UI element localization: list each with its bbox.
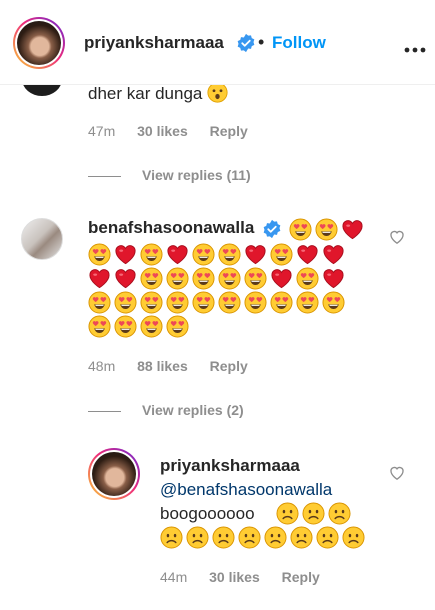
previous-comment-meta: 47m 30 likes Reply — [88, 123, 266, 139]
view-replies-line — [88, 175, 121, 177]
frowning-face-emoji — [290, 526, 313, 549]
reply-mention[interactable]: @benafshasoonawalla — [160, 478, 332, 502]
red-heart-emoji — [296, 243, 319, 266]
like-comment-heart-icon[interactable] — [389, 229, 405, 249]
heart-eyes-emoji — [140, 267, 163, 290]
red-heart-emoji — [270, 267, 293, 290]
red-heart-emoji — [244, 243, 267, 266]
heart-eyes-emoji — [114, 315, 137, 338]
view-replies-label[interactable]: View replies (2) — [142, 402, 244, 418]
post-header: priyanksharmaaa • Follow — [0, 0, 435, 85]
like-reply-heart-icon[interactable] — [389, 465, 405, 485]
heart-eyes-emoji — [270, 291, 293, 314]
red-heart-emoji — [322, 267, 345, 290]
view-replies-label[interactable]: View replies (11) — [142, 167, 251, 183]
follow-button[interactable]: Follow — [272, 33, 326, 53]
header-avatar[interactable] — [13, 17, 65, 69]
heart-eyes-emoji — [244, 291, 267, 314]
previous-comment-text-fragment: dher kar dunga — [88, 84, 203, 103]
heart-eyes-emoji — [296, 267, 319, 290]
frowning-face-emoji — [238, 526, 261, 549]
frowning-face-emoji — [186, 526, 209, 549]
commenter-verified-badge-icon — [262, 219, 282, 244]
comment-reply-button[interactable]: Reply — [210, 358, 248, 374]
comment-emoji-row-4 — [88, 291, 345, 314]
heart-eyes-emoji — [218, 267, 241, 290]
comment-emoji-row-5 — [88, 315, 189, 338]
previous-comment-reply-button[interactable]: Reply — [210, 123, 248, 139]
commenter-avatar[interactable] — [21, 218, 63, 260]
heart-eyes-emoji — [166, 291, 189, 314]
frowning-face-emoji — [276, 502, 299, 525]
reply-likes[interactable]: 30 likes — [209, 569, 260, 585]
verified-badge-icon — [236, 33, 256, 58]
red-heart-emoji — [322, 243, 345, 266]
comment-likes[interactable]: 88 likes — [137, 358, 188, 374]
heart-eyes-emoji — [192, 243, 215, 266]
heart-eyes-emoji — [114, 291, 137, 314]
face-with-open-mouth-emoji — [207, 82, 228, 103]
frowning-face-emoji — [302, 502, 325, 525]
comment-view-replies[interactable]: View replies (2) — [88, 402, 244, 418]
reply-meta: 44m 30 likes Reply — [160, 569, 338, 585]
previous-comment-view-replies[interactable]: View replies (11) — [88, 167, 251, 183]
reply-text: boogoooooo — [160, 504, 255, 523]
red-heart-emoji — [166, 243, 189, 266]
heart-eyes-emoji — [322, 291, 345, 314]
heart-eyes-emoji — [88, 291, 111, 314]
previous-comment-text: dher kar dunga — [88, 82, 228, 106]
heart-eyes-emoji — [88, 243, 111, 266]
previous-comment-time[interactable]: 47m — [88, 123, 115, 139]
red-heart-emoji — [114, 267, 137, 290]
comment-emoji-row-1 — [289, 218, 364, 241]
previous-comment-likes[interactable]: 30 likes — [137, 123, 188, 139]
frowning-face-emoji — [342, 526, 365, 549]
reply-emoji-row-1 — [276, 502, 351, 525]
red-heart-emoji — [114, 243, 137, 266]
reply-emoji-row-2 — [160, 526, 365, 549]
heart-eyes-emoji — [270, 243, 293, 266]
frowning-face-emoji — [316, 526, 339, 549]
heart-eyes-emoji — [140, 291, 163, 314]
profile-photo — [17, 21, 61, 65]
heart-eyes-emoji — [296, 291, 319, 314]
heart-eyes-emoji — [140, 315, 163, 338]
view-replies-line — [88, 410, 121, 412]
red-heart-emoji — [341, 218, 364, 241]
heart-eyes-emoji — [166, 267, 189, 290]
comment-emoji-row-2 — [88, 243, 345, 266]
more-options-icon[interactable] — [404, 40, 426, 58]
reply-time[interactable]: 44m — [160, 569, 187, 585]
heart-eyes-emoji — [192, 291, 215, 314]
heart-eyes-emoji — [140, 243, 163, 266]
commenter-username[interactable]: benafshasoonawalla — [88, 218, 254, 238]
comment-meta: 48m 88 likes Reply — [88, 358, 266, 374]
heart-eyes-emoji — [88, 315, 111, 338]
frowning-face-emoji — [264, 526, 287, 549]
heart-eyes-emoji — [244, 267, 267, 290]
red-heart-emoji — [88, 267, 111, 290]
heart-eyes-emoji — [315, 218, 338, 241]
header-separator: • — [258, 32, 265, 52]
heart-eyes-emoji — [289, 218, 312, 241]
heart-eyes-emoji — [166, 315, 189, 338]
comment-emoji-row-3 — [88, 267, 345, 290]
heart-eyes-emoji — [218, 243, 241, 266]
reply-profile-photo — [92, 452, 136, 496]
frowning-face-emoji — [328, 502, 351, 525]
header-username[interactable]: priyanksharmaaa — [84, 33, 224, 53]
comment-time[interactable]: 48m — [88, 358, 115, 374]
reply-avatar[interactable] — [88, 448, 140, 500]
reply-username[interactable]: priyanksharmaaa — [160, 456, 300, 476]
heart-eyes-emoji — [192, 267, 215, 290]
frowning-face-emoji — [212, 526, 235, 549]
heart-eyes-emoji — [218, 291, 241, 314]
reply-reply-button[interactable]: Reply — [282, 569, 320, 585]
frowning-face-emoji — [160, 526, 183, 549]
